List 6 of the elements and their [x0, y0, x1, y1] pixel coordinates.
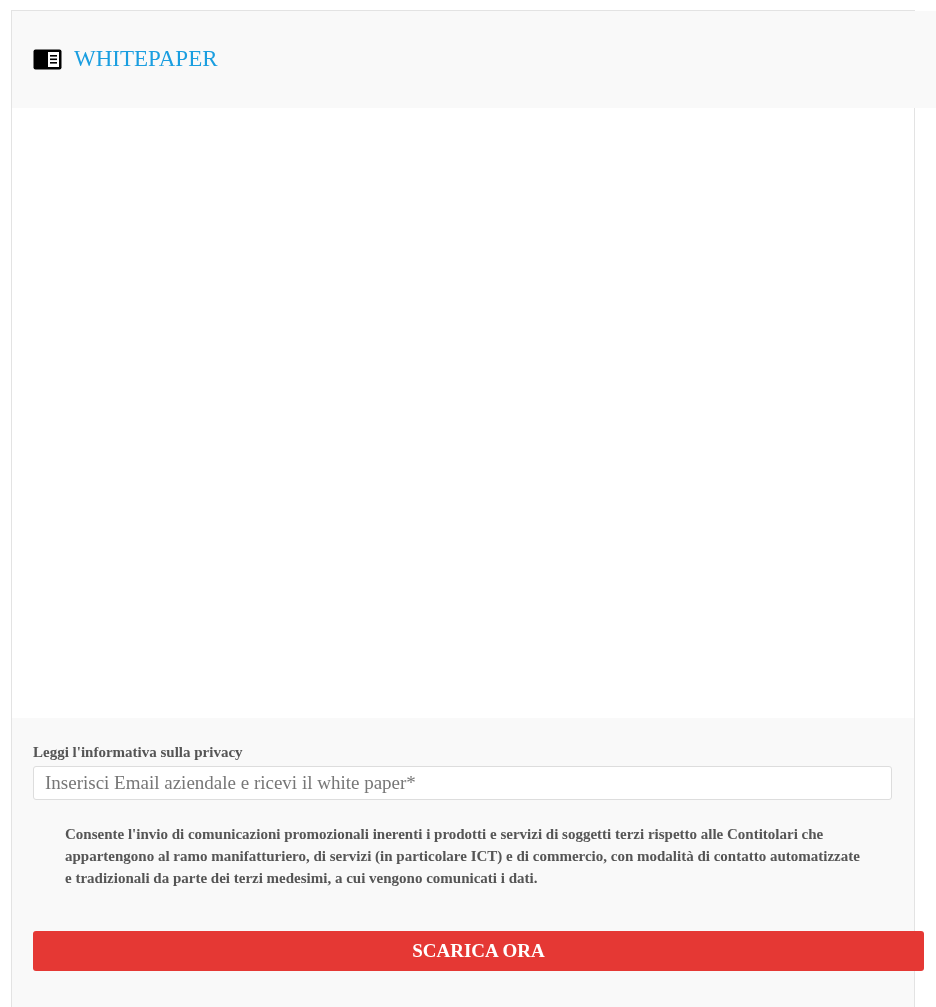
privacy-link[interactable]: Leggi l'informativa sulla privacy	[33, 743, 914, 761]
header-title: WHITEPAPER	[74, 45, 218, 74]
email-field[interactable]: Inserisci Email aziendale e ricevi il white paper*	[33, 766, 892, 800]
consent-text: Consente l'invio di comunicazioni promozionali inerenti i prodotti e servizi di soggetti terzi rispetto alle Contitolari che appartengono al ramo manifatturiero, di servizi (in particolare ICT) e di commercio, con modalità di contatto automatizzate e tradizionali da parte dei terzi medesimi, a cui vengono comunicati i dati.	[65, 825, 861, 888]
document-icon	[33, 49, 62, 70]
download-button[interactable]: SCARICA ORA	[33, 931, 924, 971]
